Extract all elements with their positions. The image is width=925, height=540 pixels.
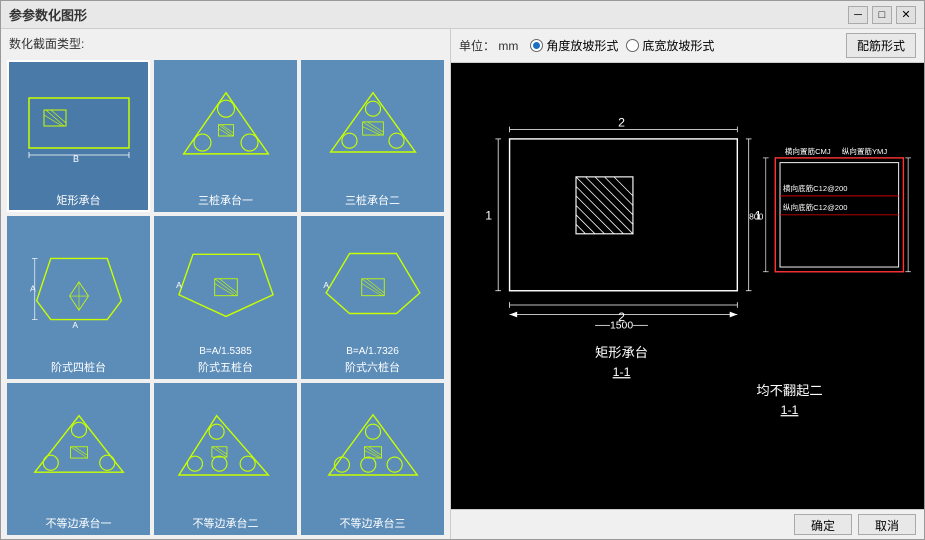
maximize-button[interactable]: □: [872, 6, 892, 24]
svg-text:1: 1: [485, 209, 492, 223]
minimize-button[interactable]: ─: [848, 6, 868, 24]
shape-formula-jie6: B=A/1.7326: [346, 346, 399, 357]
shape-juxing[interactable]: B 矩形承台: [7, 60, 150, 212]
top-bar: 单位： mm 角度放坡形式 底宽放坡形式 配筋形式: [451, 29, 924, 63]
content-area: 数化截面类型: B: [1, 29, 924, 539]
svg-text:2: 2: [618, 116, 625, 130]
svg-text:800: 800: [749, 212, 763, 222]
shape-jie6[interactable]: A B=A/1.7326 阶式六桩台: [301, 216, 444, 380]
svg-text:──1500──: ──1500──: [594, 321, 648, 332]
svg-text:横向置筋CMJ: 横向置筋CMJ: [785, 146, 831, 156]
shape-jie4[interactable]: A A 阶式四桩台: [7, 216, 150, 380]
svg-text:均不翻起二: 均不翻起二: [756, 383, 822, 398]
radio-width-indicator: [626, 39, 639, 52]
shape-sanzhu2[interactable]: 三桩承台二: [301, 60, 444, 212]
shape-label-juxing: 矩形承台: [57, 192, 101, 208]
shape-label-jie5: 阶式五桩台: [198, 359, 253, 375]
shape-budeng3[interactable]: 不等边承台三: [301, 383, 444, 535]
svg-text:1-1: 1-1: [613, 365, 631, 379]
radio-angle-indicator: [530, 39, 543, 52]
shape-label-jie4: 阶式四桩台: [51, 359, 106, 375]
window-title: 参参数化图形: [9, 5, 87, 24]
svg-text:A: A: [323, 280, 329, 290]
shape-label-jie6: 阶式六桩台: [345, 359, 400, 375]
shape-budeng1[interactable]: 不等边承台一: [7, 383, 150, 535]
svg-text:横向底筋C12@200: 横向底筋C12@200: [783, 183, 848, 193]
svg-text:A: A: [30, 284, 36, 294]
bottom-bar: 确定 取消: [451, 509, 924, 539]
confirm-button[interactable]: 确定: [794, 514, 852, 535]
close-button[interactable]: ✕: [896, 6, 916, 24]
svg-text:A: A: [72, 321, 78, 330]
radio-width-slope[interactable]: 底宽放坡形式: [626, 37, 714, 54]
shape-grid: B 矩形承台: [1, 56, 450, 539]
unit-label: 单位： mm: [459, 37, 518, 54]
slope-type-group: 角度放坡形式 底宽放坡形式: [530, 37, 714, 54]
shape-label-budeng2: 不等边承台二: [193, 515, 259, 531]
main-window: 参参数化图形 ─ □ ✕ 数化截面类型:: [0, 0, 925, 540]
shape-formula-jie5: B=A/1.5385: [199, 346, 252, 357]
shape-budeng2[interactable]: 不等边承台二: [154, 383, 297, 535]
svg-text:纵向底筋C12@200: 纵向底筋C12@200: [783, 202, 848, 212]
svg-text:B: B: [72, 154, 78, 164]
shape-label-budeng3: 不等边承台三: [340, 515, 406, 531]
shape-jie5[interactable]: A B=A/1.5385 阶式五桩台: [154, 216, 297, 380]
shape-label-sanzhu1: 三桩承台一: [198, 192, 253, 208]
window-controls: ─ □ ✕: [848, 6, 916, 24]
config-reinforcement-button[interactable]: 配筋形式: [846, 33, 916, 58]
shape-label-sanzhu2: 三桩承台二: [345, 192, 400, 208]
title-bar: 参参数化图形 ─ □ ✕: [1, 1, 924, 29]
svg-text:纵向置筋YMJ: 纵向置筋YMJ: [842, 146, 888, 156]
cad-view: 2 2 1 1: [451, 63, 924, 509]
shape-label-budeng1: 不等边承台一: [46, 515, 112, 531]
svg-text:矩形承台: 矩形承台: [595, 345, 648, 360]
right-panel: 单位： mm 角度放坡形式 底宽放坡形式 配筋形式: [451, 29, 924, 539]
section-type-label: 数化截面类型:: [1, 29, 450, 56]
radio-angle-slope[interactable]: 角度放坡形式: [530, 37, 618, 54]
svg-text:A: A: [176, 281, 182, 291]
svg-text:1-1: 1-1: [781, 403, 799, 417]
cancel-button[interactable]: 取消: [858, 514, 916, 535]
shape-sanzhu1[interactable]: 三桩承台一: [154, 60, 297, 212]
left-panel: 数化截面类型: B: [1, 29, 451, 539]
